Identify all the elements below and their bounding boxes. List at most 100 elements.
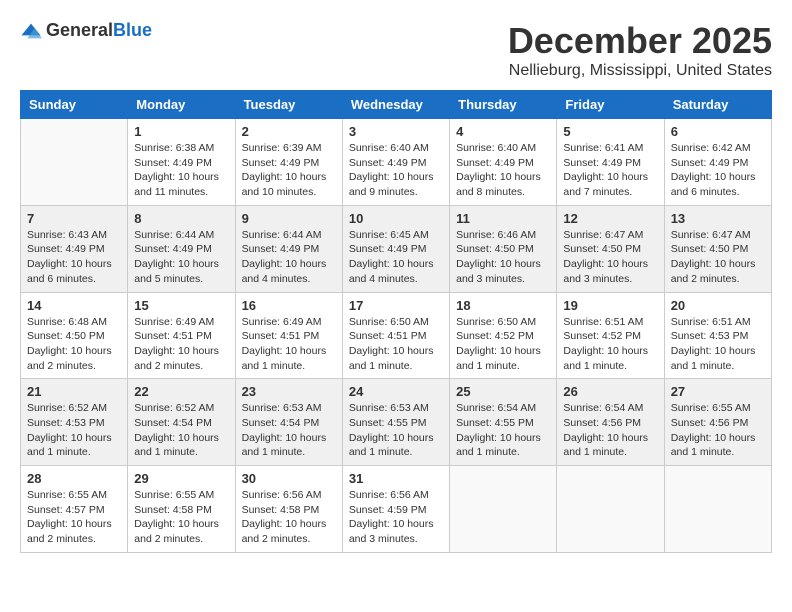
col-monday: Monday [128, 91, 235, 119]
col-wednesday: Wednesday [342, 91, 449, 119]
day-number: 11 [456, 211, 550, 226]
day-info: Sunrise: 6:41 AM Sunset: 4:49 PM Dayligh… [563, 141, 657, 200]
day-number: 28 [27, 471, 121, 486]
day-number: 22 [134, 384, 228, 399]
calendar-cell: 6Sunrise: 6:42 AM Sunset: 4:49 PM Daylig… [664, 119, 771, 206]
day-number: 12 [563, 211, 657, 226]
calendar-cell: 8Sunrise: 6:44 AM Sunset: 4:49 PM Daylig… [128, 205, 235, 292]
day-info: Sunrise: 6:51 AM Sunset: 4:53 PM Dayligh… [671, 315, 765, 374]
calendar-cell [450, 466, 557, 553]
logo-icon [20, 22, 42, 40]
day-number: 1 [134, 124, 228, 139]
day-info: Sunrise: 6:39 AM Sunset: 4:49 PM Dayligh… [242, 141, 336, 200]
day-number: 23 [242, 384, 336, 399]
calendar-cell: 4 Sunrise: 6:40 AM Sunset: 4:49 PM Daylig… [450, 119, 557, 206]
day-number: 16 [242, 298, 336, 313]
calendar-cell [664, 466, 771, 553]
location-title: Nellieburg, Mississippi, United States [508, 62, 772, 80]
day-number: 9 [242, 211, 336, 226]
day-number: 24 [349, 384, 443, 399]
day-number: 18 [456, 298, 550, 313]
day-info: Sunrise: 6:48 AM Sunset: 4:50 PM Dayligh… [27, 315, 121, 374]
logo: GeneralBlue [20, 20, 152, 41]
calendar-cell [21, 119, 128, 206]
day-info: Sunrise: 6:49 AM Sunset: 4:51 PM Dayligh… [134, 315, 228, 374]
day-info: Sunrise: 6:52 AM Sunset: 4:53 PM Dayligh… [27, 401, 121, 460]
month-title: December 2025 [508, 20, 772, 62]
calendar-cell: 14 Sunrise: 6:48 AM Sunset: 4:50 PM Dayli… [21, 292, 128, 379]
day-number: 20 [671, 298, 765, 313]
day-number: 27 [671, 384, 765, 399]
col-friday: Friday [557, 91, 664, 119]
calendar-cell: 18 Sunrise: 6:50 AM Sunset: 4:52 PM Dayli… [450, 292, 557, 379]
calendar-cell: 7 Sunrise: 6:43 AM Sunset: 4:49 PM Daylig… [21, 205, 128, 292]
calendar-cell: 26 Sunrise: 6:54 AM Sunset: 4:56 PM Dayli… [557, 379, 664, 466]
calendar-cell: 30Sunrise: 6:56 AM Sunset: 4:58 PM Dayli… [235, 466, 342, 553]
day-info: Sunrise: 6:54 AM Sunset: 4:56 PM Dayligh… [563, 401, 657, 460]
day-number: 25 [456, 384, 550, 399]
calendar-cell: 11 Sunrise: 6:46 AM Sunset: 4:50 PM Dayli… [450, 205, 557, 292]
logo-text: GeneralBlue [46, 20, 152, 41]
calendar-week-row: 7 Sunrise: 6:43 AM Sunset: 4:49 PM Daylig… [21, 205, 772, 292]
day-info: Sunrise: 6:47 AM Sunset: 4:50 PM Dayligh… [671, 228, 765, 287]
calendar-cell: 13Sunrise: 6:47 AM Sunset: 4:50 PM Dayli… [664, 205, 771, 292]
calendar-cell: 1 Sunrise: 6:38 AM Sunset: 4:49 PM Daylig… [128, 119, 235, 206]
calendar-cell: 24 Sunrise: 6:53 AM Sunset: 4:55 PM Dayli… [342, 379, 449, 466]
calendar-header-row: Sunday Monday Tuesday Wednesday Thursday… [21, 91, 772, 119]
day-number: 26 [563, 384, 657, 399]
day-number: 4 [456, 124, 550, 139]
calendar-cell: 19 Sunrise: 6:51 AM Sunset: 4:52 PM Dayli… [557, 292, 664, 379]
day-number: 3 [349, 124, 443, 139]
day-info: Sunrise: 6:38 AM Sunset: 4:49 PM Dayligh… [134, 141, 228, 200]
calendar-table: Sunday Monday Tuesday Wednesday Thursday… [20, 90, 772, 553]
calendar-cell: 22Sunrise: 6:52 AM Sunset: 4:54 PM Dayli… [128, 379, 235, 466]
day-number: 19 [563, 298, 657, 313]
calendar-week-row: 28 Sunrise: 6:55 AM Sunset: 4:57 PM Dayli… [21, 466, 772, 553]
logo-general: General [46, 20, 113, 40]
day-info: Sunrise: 6:46 AM Sunset: 4:50 PM Dayligh… [456, 228, 550, 287]
day-info: Sunrise: 6:40 AM Sunset: 4:49 PM Dayligh… [456, 141, 550, 200]
calendar-week-row: 21 Sunrise: 6:52 AM Sunset: 4:53 PM Dayli… [21, 379, 772, 466]
logo-blue: Blue [113, 20, 152, 40]
day-info: Sunrise: 6:50 AM Sunset: 4:52 PM Dayligh… [456, 315, 550, 374]
page-header: GeneralBlue December 2025 Nellieburg, Mi… [20, 20, 772, 80]
calendar-cell: 12 Sunrise: 6:47 AM Sunset: 4:50 PM Dayli… [557, 205, 664, 292]
calendar-week-row: 1 Sunrise: 6:38 AM Sunset: 4:49 PM Daylig… [21, 119, 772, 206]
day-info: Sunrise: 6:44 AM Sunset: 4:49 PM Dayligh… [134, 228, 228, 287]
day-number: 31 [349, 471, 443, 486]
day-info: Sunrise: 6:53 AM Sunset: 4:54 PM Dayligh… [242, 401, 336, 460]
day-number: 21 [27, 384, 121, 399]
calendar-cell: 3 Sunrise: 6:40 AM Sunset: 4:49 PM Daylig… [342, 119, 449, 206]
calendar-cell: 20 Sunrise: 6:51 AM Sunset: 4:53 PM Dayli… [664, 292, 771, 379]
day-info: Sunrise: 6:53 AM Sunset: 4:55 PM Dayligh… [349, 401, 443, 460]
calendar-cell: 28 Sunrise: 6:55 AM Sunset: 4:57 PM Dayli… [21, 466, 128, 553]
calendar-cell: 9Sunrise: 6:44 AM Sunset: 4:49 PM Daylig… [235, 205, 342, 292]
day-number: 7 [27, 211, 121, 226]
day-info: Sunrise: 6:45 AM Sunset: 4:49 PM Dayligh… [349, 228, 443, 287]
day-number: 2 [242, 124, 336, 139]
col-thursday: Thursday [450, 91, 557, 119]
day-info: Sunrise: 6:50 AM Sunset: 4:51 PM Dayligh… [349, 315, 443, 374]
calendar-cell: 15 Sunrise: 6:49 AM Sunset: 4:51 PM Dayli… [128, 292, 235, 379]
day-info: Sunrise: 6:55 AM Sunset: 4:57 PM Dayligh… [27, 488, 121, 547]
calendar-cell: 23 Sunrise: 6:53 AM Sunset: 4:54 PM Dayli… [235, 379, 342, 466]
day-info: Sunrise: 6:43 AM Sunset: 4:49 PM Dayligh… [27, 228, 121, 287]
title-block: December 2025 Nellieburg, Mississippi, U… [508, 20, 772, 80]
day-info: Sunrise: 6:56 AM Sunset: 4:59 PM Dayligh… [349, 488, 443, 547]
calendar-cell: 2 Sunrise: 6:39 AM Sunset: 4:49 PM Daylig… [235, 119, 342, 206]
day-info: Sunrise: 6:55 AM Sunset: 4:56 PM Dayligh… [671, 401, 765, 460]
calendar-cell [557, 466, 664, 553]
day-info: Sunrise: 6:55 AM Sunset: 4:58 PM Dayligh… [134, 488, 228, 547]
day-info: Sunrise: 6:49 AM Sunset: 4:51 PM Dayligh… [242, 315, 336, 374]
day-info: Sunrise: 6:42 AM Sunset: 4:49 PM Dayligh… [671, 141, 765, 200]
day-number: 15 [134, 298, 228, 313]
day-number: 14 [27, 298, 121, 313]
day-info: Sunrise: 6:56 AM Sunset: 4:58 PM Dayligh… [242, 488, 336, 547]
col-sunday: Sunday [21, 91, 128, 119]
day-info: Sunrise: 6:51 AM Sunset: 4:52 PM Dayligh… [563, 315, 657, 374]
calendar-cell: 5 Sunrise: 6:41 AM Sunset: 4:49 PM Daylig… [557, 119, 664, 206]
calendar-cell: 16 Sunrise: 6:49 AM Sunset: 4:51 PM Dayli… [235, 292, 342, 379]
day-info: Sunrise: 6:40 AM Sunset: 4:49 PM Dayligh… [349, 141, 443, 200]
day-number: 5 [563, 124, 657, 139]
day-info: Sunrise: 6:47 AM Sunset: 4:50 PM Dayligh… [563, 228, 657, 287]
